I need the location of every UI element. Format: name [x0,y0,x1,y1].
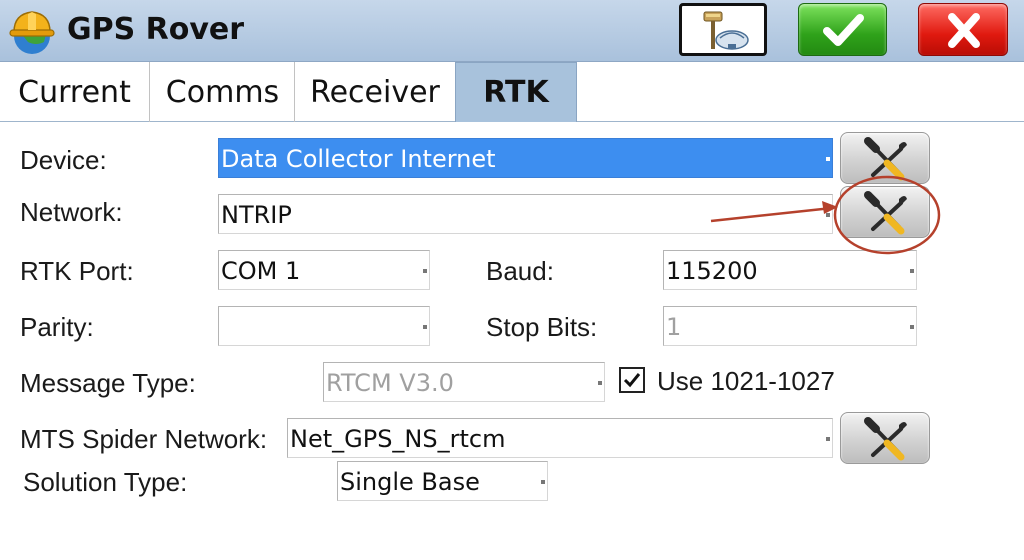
parity-label: Parity: [20,312,94,342]
dropdown-arrow-icon [910,325,914,329]
device-value: Data Collector Internet [221,145,496,173]
message-type-select: RTCM V3.0 [323,362,605,402]
rover-config-button[interactable] [679,3,767,56]
baud-value: 115200 [666,257,758,285]
baud-select[interactable]: 115200 [663,250,917,290]
dropdown-arrow-icon [826,437,830,441]
mts-spider-label: MTS Spider Network: [20,424,268,454]
use-1021-checkbox[interactable] [619,367,645,393]
dropdown-arrow-icon [826,213,830,217]
tab-bar: Current Comms Receiver RTK [0,62,1024,122]
rtk-settings-panel: Device: Data Collector Internet Network:… [0,122,1024,560]
device-settings-button[interactable] [840,132,930,184]
device-label: Device: [20,145,107,175]
stop-bits-label: Stop Bits: [486,312,598,342]
message-type-label: Message Type: [20,368,196,398]
rtk-port-value: COM 1 [221,257,301,285]
title-bar: GPS Rover [0,0,1024,62]
mts-spider-settings-button[interactable] [840,412,930,464]
solution-type-select[interactable]: Single Base [337,461,548,501]
stop-bits-select: 1 [663,306,917,346]
solution-type-label: Solution Type: [23,467,188,497]
mts-spider-value: Net_GPS_NS_rtcm [290,425,506,453]
tab-receiver[interactable]: Receiver [296,62,454,122]
message-type-value: RTCM V3.0 [326,369,454,397]
stop-bits-value: 1 [666,313,682,341]
accept-button[interactable] [798,3,887,56]
hardhat-globe-icon [6,6,58,56]
network-value: NTRIP [221,201,292,229]
window-title: GPS Rover [67,12,245,47]
network-select[interactable]: NTRIP [218,194,833,234]
solution-type-value: Single Base [340,468,480,496]
cancel-button[interactable] [918,3,1008,56]
dropdown-arrow-icon [423,269,427,273]
rtk-port-select[interactable]: COM 1 [218,250,430,290]
network-settings-button[interactable] [840,186,930,238]
dropdown-arrow-icon [598,381,602,385]
rtk-port-label: RTK Port: [20,256,134,286]
baud-label: Baud: [486,256,554,286]
dropdown-arrow-icon [910,269,914,273]
tab-current[interactable]: Current [0,62,150,122]
dropdown-arrow-icon [423,325,427,329]
network-label: Network: [20,197,123,227]
tab-comms[interactable]: Comms [151,62,295,122]
mts-spider-select[interactable]: Net_GPS_NS_rtcm [287,418,833,458]
dropdown-arrow-icon [541,480,545,484]
dropdown-arrow-icon [826,157,830,161]
tab-rtk[interactable]: RTK [455,62,577,122]
use-1021-label[interactable]: Use 1021-1027 [657,366,835,397]
device-select[interactable]: Data Collector Internet [218,138,833,178]
parity-select [218,306,430,346]
